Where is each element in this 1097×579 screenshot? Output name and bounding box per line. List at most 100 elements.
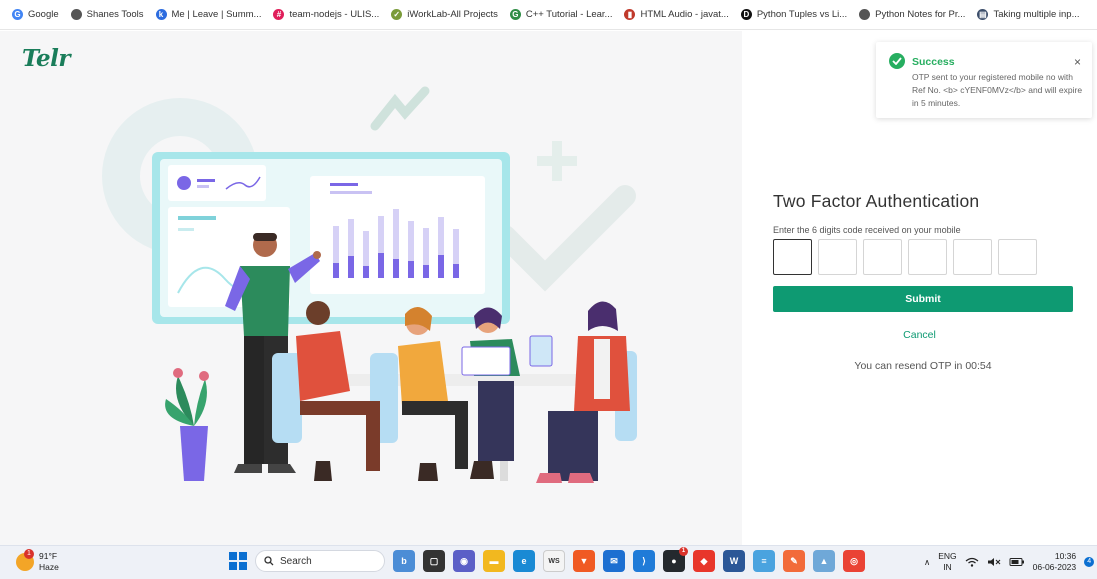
weather-widget[interactable]: 1 91°F Haze bbox=[16, 549, 59, 573]
weather-badge: 1 bbox=[24, 549, 34, 559]
edge-icon[interactable]: e bbox=[513, 550, 535, 572]
bookmarks-bar: G Google Shanes Tools k Me | Leave | Summ...… bbox=[0, 0, 1097, 30]
task-view-icon[interactable]: ▢ bbox=[423, 550, 445, 572]
close-icon[interactable]: × bbox=[1074, 55, 1081, 69]
bookmark-6[interactable]: G C++ Tutorial - Lear... bbox=[509, 9, 613, 20]
brave-icon[interactable]: ▼ bbox=[573, 550, 595, 572]
search-icon bbox=[264, 556, 274, 566]
javatpoint-icon: ▮ bbox=[624, 9, 636, 20]
otp-digit-5[interactable] bbox=[953, 239, 992, 275]
slack-icon: # bbox=[273, 9, 285, 20]
illustration-panel: Telr bbox=[0, 31, 742, 545]
bookmark-label: team-nodejs - ULIS... bbox=[289, 9, 380, 20]
cancel-link[interactable]: Cancel bbox=[742, 329, 1097, 341]
bookmark-2[interactable]: Shanes Tools bbox=[70, 9, 144, 20]
bookmark-label: iWorkLab-All Projects bbox=[407, 9, 498, 20]
app-glyph: ▼ bbox=[579, 556, 589, 566]
otp-instructions: Enter the 6 digits code received on your… bbox=[773, 225, 961, 235]
battery-icon[interactable] bbox=[1009, 557, 1025, 567]
notification-count-badge[interactable]: 4 bbox=[1084, 557, 1095, 567]
globe-icon bbox=[70, 9, 82, 20]
app-glyph: ◆ bbox=[700, 555, 708, 566]
app-glyph: ✎ bbox=[790, 555, 798, 566]
word-icon[interactable]: W bbox=[723, 550, 745, 572]
bookmark-5[interactable]: ✓ iWorkLab-All Projects bbox=[391, 9, 498, 20]
bookmark-7[interactable]: ▮ HTML Audio - javat... bbox=[624, 9, 729, 20]
taskbar-search[interactable]: Search bbox=[255, 550, 385, 572]
github-icon[interactable]: ● 1 bbox=[663, 547, 688, 572]
wifi-icon[interactable] bbox=[965, 557, 979, 567]
otp-digit-3[interactable] bbox=[863, 239, 902, 275]
file-explorer-icon[interactable]: ▬ bbox=[483, 550, 505, 572]
app-glyph: ▢ bbox=[429, 555, 439, 566]
notepad-icon[interactable]: ≡ bbox=[753, 550, 775, 572]
otp-digit-2[interactable] bbox=[818, 239, 857, 275]
region-code: IN bbox=[943, 562, 952, 572]
copilot-icon[interactable]: b bbox=[393, 550, 415, 572]
bookmark-label: Taking multiple inp... bbox=[993, 9, 1080, 20]
document-icon: ▤ bbox=[977, 9, 989, 20]
bookmark-label: Shanes Tools bbox=[86, 9, 144, 20]
app-glyph: WS bbox=[548, 557, 560, 565]
app-glyph: ◉ bbox=[460, 555, 468, 566]
system-clock[interactable]: 10:36 06-06-2023 bbox=[1033, 551, 1076, 573]
otp-digit-4[interactable] bbox=[908, 239, 947, 275]
weather-sun-icon: 1 bbox=[16, 549, 34, 571]
app-glyph: ✉ bbox=[610, 555, 618, 566]
bookmark-8[interactable]: D Python Tuples vs Li... bbox=[740, 9, 847, 20]
bookmark-1[interactable]: G Google bbox=[12, 9, 59, 20]
google-icon: G bbox=[12, 9, 23, 20]
resend-otp-timer: You can resend OTP in 00:54 bbox=[854, 360, 992, 372]
bookmark-4[interactable]: # team-nodejs - ULIS... bbox=[273, 9, 379, 20]
app-glyph: e bbox=[521, 556, 527, 566]
app-glyph: b bbox=[401, 556, 407, 566]
app-glyph: ▲ bbox=[819, 556, 829, 566]
otp-digit-6[interactable] bbox=[998, 239, 1037, 275]
app-glyph: ● bbox=[671, 556, 677, 566]
language-code: ENG bbox=[938, 551, 957, 561]
volume-muted-icon[interactable] bbox=[987, 557, 1001, 567]
bookmark-label: C++ Tutorial - Lear... bbox=[525, 9, 613, 20]
clock-time: 10:36 bbox=[1054, 551, 1077, 561]
submit-button[interactable]: Submit bbox=[773, 286, 1073, 312]
toast-title: Success bbox=[912, 56, 955, 68]
chevron-up-icon[interactable]: ∧ bbox=[924, 557, 930, 568]
app-glyph: ≡ bbox=[761, 556, 767, 566]
bookmark-label: Google bbox=[28, 9, 59, 20]
app-glyph: ◎ bbox=[850, 555, 858, 566]
bookmark-3[interactable]: k Me | Leave | Summ... bbox=[155, 9, 262, 20]
bookmark-label: Me | Leave | Summ... bbox=[171, 9, 262, 20]
success-check-icon bbox=[889, 53, 905, 69]
teams-chat-icon[interactable]: ◉ bbox=[453, 550, 475, 572]
check-icon: ✓ bbox=[391, 9, 403, 20]
app-badge: 1 bbox=[679, 547, 688, 556]
page-title: Two Factor Authentication bbox=[773, 191, 980, 211]
language-indicator[interactable]: ENG IN bbox=[938, 551, 956, 573]
otp-input-group bbox=[773, 239, 1037, 275]
screen: G Google Shanes Tools k Me | Leave | Summ...… bbox=[0, 0, 1097, 579]
windows-taskbar: 1 91°F Haze Search b ▢ ◉ ▬ e WS ▼ ✉ ⟩ ● 1 ◆ W ≡ ✎ ▲ ◎ ∧ … bbox=[0, 545, 1097, 579]
windows-start-icon[interactable] bbox=[229, 552, 247, 570]
bookmark-10[interactable]: ▤ Taking multiple inp... bbox=[977, 9, 1080, 20]
team-meeting-illustration bbox=[102, 86, 637, 483]
photos-icon[interactable]: ▲ bbox=[813, 550, 835, 572]
bookmark-9[interactable]: Python Notes for Pr... bbox=[859, 9, 965, 20]
search-label: Search bbox=[280, 555, 312, 567]
chrome-icon[interactable]: ◎ bbox=[843, 550, 865, 572]
weather-description: Haze bbox=[39, 562, 59, 572]
toast-message: OTP sent to your registered mobile no wi… bbox=[912, 72, 1083, 108]
postman-icon[interactable]: ✎ bbox=[783, 550, 805, 572]
weather-temperature: 91°F bbox=[39, 551, 58, 561]
success-toast: Success OTP sent to your registered mobi… bbox=[876, 42, 1092, 118]
clock-date: 06-06-2023 bbox=[1032, 562, 1077, 572]
vscode-icon[interactable]: ⟩ bbox=[633, 550, 655, 572]
bookmark-label: Python Notes for Pr... bbox=[875, 9, 966, 20]
otp-digit-1[interactable] bbox=[773, 239, 812, 275]
taskbar-apps: Search b ▢ ◉ ▬ e WS ▼ ✉ ⟩ ● 1 ◆ W ≡ ✎ ▲ ◎ bbox=[229, 547, 865, 572]
app-glyph: ▬ bbox=[489, 556, 499, 566]
keka-icon: k bbox=[155, 9, 167, 20]
anydesk-icon[interactable]: ◆ bbox=[693, 550, 715, 572]
mail-icon[interactable]: ✉ bbox=[603, 550, 625, 572]
ws-icon[interactable]: WS bbox=[543, 550, 565, 572]
system-tray: ∧ ENG IN 10:36 06-06-2023 4 bbox=[924, 551, 1095, 573]
